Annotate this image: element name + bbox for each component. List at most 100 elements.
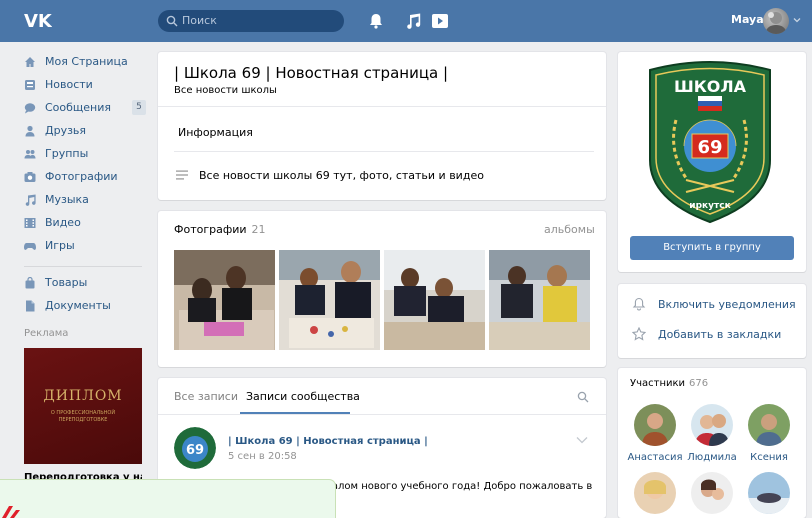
photo-image	[279, 250, 380, 350]
sidebar-item-label: Игры	[45, 239, 75, 252]
group-status: Все новости школы	[174, 85, 277, 96]
sidebar-item-label: Видео	[45, 216, 81, 229]
photo-image	[384, 250, 485, 350]
join-group-button[interactable]: Вступить в группу	[630, 236, 794, 260]
sidebar-item-games[interactable]: Игры	[24, 236, 150, 256]
ad-banner-title: ДИПЛОМ	[43, 388, 123, 404]
sidebar-item-label: Сообщения	[45, 101, 112, 114]
member-avatar	[634, 404, 676, 446]
divider	[174, 151, 594, 152]
games-icon	[24, 243, 36, 250]
photos-title: Фотографии	[174, 223, 247, 236]
sidebar-item-label: Документы	[45, 299, 111, 312]
play-icon[interactable]	[431, 12, 449, 30]
search-icon[interactable]	[577, 391, 589, 403]
photo-thumbnail[interactable]	[384, 250, 485, 350]
bell-icon[interactable]	[367, 12, 385, 30]
user-avatar[interactable]	[763, 8, 789, 34]
member-item[interactable]: Анастасия	[625, 404, 685, 463]
tab-all-posts[interactable]: Все записи	[174, 390, 238, 403]
bookmark-label: Добавить в закладки	[658, 328, 782, 341]
user-avatar-image	[766, 12, 786, 34]
red-mark-icon	[2, 506, 20, 518]
emblem-city: иркутск	[689, 201, 730, 211]
lines-icon	[176, 170, 188, 180]
notify-label: Включить уведомления	[658, 298, 796, 311]
members-count: 676	[689, 378, 709, 389]
top-header: VK Поиск Maya	[0, 0, 812, 42]
friends-icon	[25, 125, 35, 137]
star-icon	[632, 327, 646, 341]
sidebar-item-photos[interactable]: Фотографии	[24, 167, 150, 187]
svg-text:69: 69	[186, 443, 204, 458]
photo-thumbnail[interactable]	[174, 250, 275, 350]
sidebar-item-groups[interactable]: Группы	[24, 144, 150, 164]
sidebar-item-news[interactable]: Новости	[24, 75, 150, 95]
groups-icon	[24, 150, 36, 159]
vk-logo-icon[interactable]: VK	[24, 9, 52, 31]
member-avatar	[691, 404, 733, 446]
photo-thumbnail[interactable]	[489, 250, 590, 350]
member-name: Ксения	[750, 452, 788, 463]
sidebar-item-video[interactable]: Видео	[24, 213, 150, 233]
sidebar-item-documents[interactable]: Документы	[24, 296, 150, 316]
member-item[interactable]: Ксения	[739, 404, 799, 463]
member-name: Анастасия	[627, 452, 683, 463]
photos-count: 21	[251, 223, 266, 236]
member-item[interactable]	[625, 472, 685, 514]
member-avatar	[691, 472, 733, 514]
search-icon	[166, 15, 178, 27]
sidebar-item-my-page[interactable]: Моя Страница	[24, 52, 150, 72]
post-date[interactable]: 5 сен в 20:58	[228, 451, 297, 462]
members-header[interactable]: Участники 676	[630, 378, 708, 389]
add-bookmark-button[interactable]: Добавить в закладки	[632, 326, 807, 344]
member-item[interactable]	[739, 472, 799, 514]
ad-banner-subtitle: О ПРОФЕССИОНАЛЬНОЙ ПЕРЕПОДГОТОВКЕ	[50, 410, 116, 423]
member-avatar	[748, 472, 790, 514]
sidebar-item-label: Новости	[45, 78, 93, 91]
tab-community-posts[interactable]: Записи сообщества	[246, 390, 360, 403]
emblem-top-text: ШКОЛА	[674, 77, 747, 96]
document-icon	[26, 300, 35, 312]
user-name[interactable]: Maya	[731, 13, 764, 26]
sidebar-item-label: Группы	[45, 147, 89, 160]
sidebar-item-music[interactable]: Музыка	[24, 190, 150, 210]
sidebar-item-label: Фотографии	[45, 170, 118, 183]
music-note-icon[interactable]	[404, 12, 422, 30]
photo-image	[489, 250, 590, 350]
music-icon	[25, 194, 36, 206]
school-emblem-icon: 69	[174, 427, 216, 469]
member-item[interactable]: Людмила	[682, 404, 742, 463]
sidebar-item-messages[interactable]: Сообщения 5	[24, 98, 150, 118]
member-name: Людмила	[687, 452, 737, 463]
enable-notifications-button[interactable]: Включить уведомления	[632, 296, 807, 314]
photo-image	[174, 250, 275, 350]
info-section-title[interactable]: Информация	[178, 126, 253, 139]
group-description: Все новости школы 69 тут, фото, статьи и…	[199, 169, 484, 182]
post-text: чалом нового учебного года! Добро пожало…	[326, 481, 593, 492]
post-author-link[interactable]: | Школа 69 | Новостная страница |	[228, 436, 428, 447]
albums-link[interactable]: альбомы	[544, 223, 595, 236]
group-title: | Школа 69 | Новостная страница |	[174, 64, 449, 82]
search-input[interactable]: Поиск	[158, 10, 344, 32]
member-item[interactable]	[682, 472, 742, 514]
chevron-down-icon[interactable]	[793, 16, 801, 24]
ad-banner-image[interactable]: ДИПЛОМ О ПРОФЕССИОНАЛЬНОЙ ПЕРЕПОДГОТОВКЕ	[24, 348, 142, 464]
members-title: Участники	[630, 378, 686, 389]
sidebar-item-label: Друзья	[45, 124, 87, 137]
chevron-down-icon[interactable]	[576, 436, 588, 444]
post-author-avatar[interactable]: 69	[174, 427, 216, 469]
emblem-number: 69	[697, 137, 722, 158]
bag-icon	[25, 277, 35, 289]
unread-count-badge: 5	[132, 100, 146, 115]
sidebar-item-goods[interactable]: Товары	[24, 273, 150, 293]
search-placeholder: Поиск	[182, 14, 217, 27]
messages-icon	[24, 103, 36, 114]
member-avatar	[634, 472, 676, 514]
photo-thumbnail[interactable]	[279, 250, 380, 350]
sidebar-item-friends[interactable]: Друзья	[24, 121, 150, 141]
photos-header[interactable]: Фотографии 21	[174, 223, 266, 236]
svg-text:VK: VK	[24, 11, 52, 31]
divider	[158, 414, 606, 415]
school-emblem-image[interactable]: ШКОЛА 69 иркутск	[646, 60, 774, 225]
